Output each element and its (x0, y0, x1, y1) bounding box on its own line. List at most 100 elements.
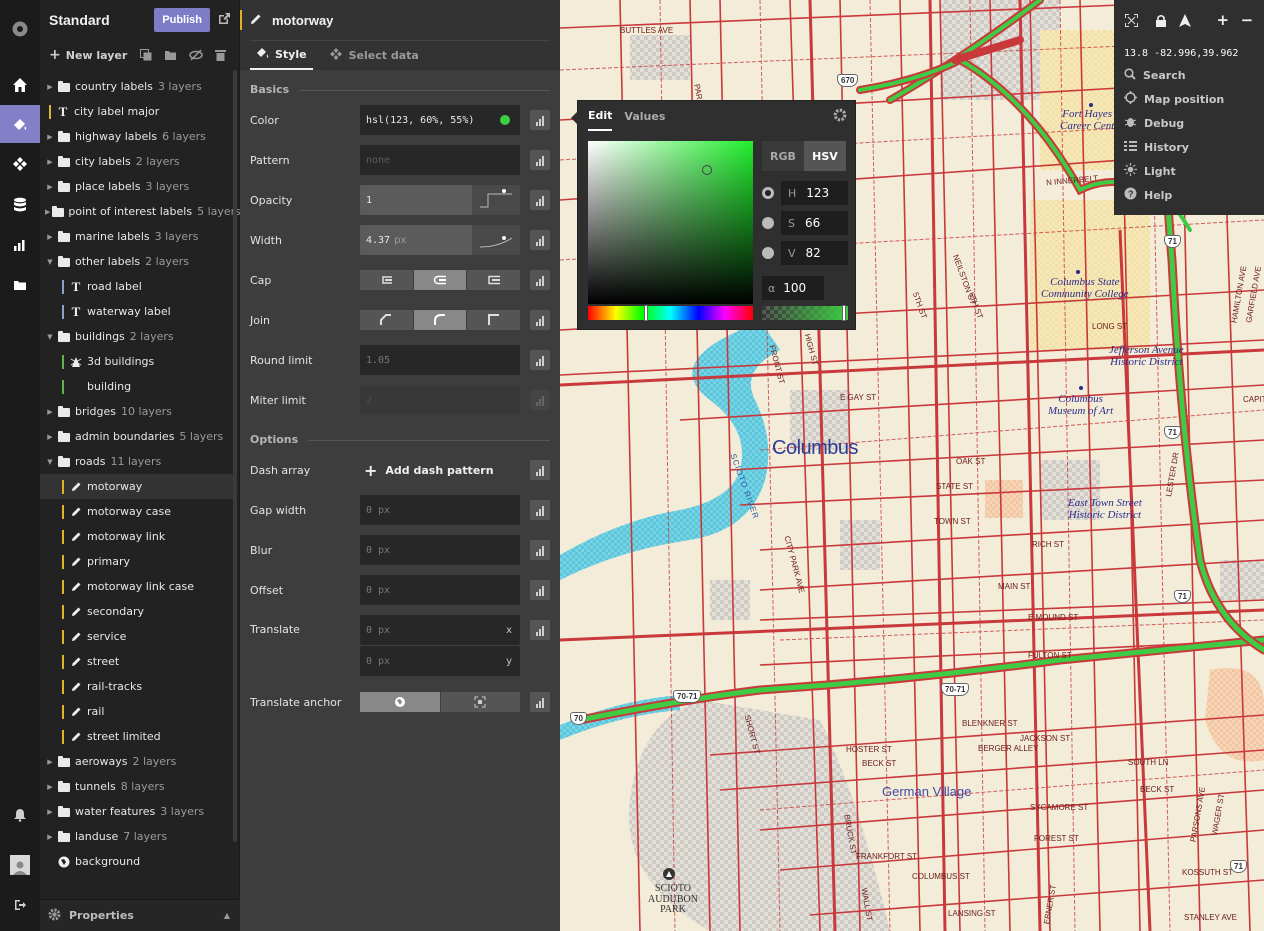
style-name[interactable]: Standard (49, 12, 154, 28)
join-round-option[interactable] (413, 310, 467, 330)
layer-item-city-label-major[interactable]: Tcity label major (40, 99, 234, 124)
layer-group-marine-labels[interactable]: ▶ marine labels 3 layers (40, 224, 234, 249)
saturation-value-area[interactable] (588, 141, 753, 304)
hue-slider[interactable] (588, 306, 753, 320)
map-control-debug[interactable]: Debug (1114, 111, 1264, 135)
tab-style[interactable]: Style (250, 41, 313, 70)
channel-s-radio[interactable] (762, 217, 774, 229)
notifications-icon[interactable] (0, 796, 40, 834)
layer-item-rail[interactable]: rail (40, 699, 234, 724)
exit-icon[interactable] (0, 886, 40, 924)
tab-edit[interactable]: Edit (588, 101, 613, 131)
cap-square-option[interactable] (467, 270, 521, 290)
caret-down-icon[interactable]: ▼ (45, 458, 55, 466)
layer-item-primary[interactable]: primary (40, 549, 234, 574)
new-layer-button[interactable]: + New layer (49, 47, 133, 63)
offset-function-button[interactable] (530, 580, 550, 600)
caret-right-icon[interactable]: ▶ (45, 783, 55, 791)
tab-values[interactable]: Values (624, 101, 665, 131)
layer-item-secondary[interactable]: secondary (40, 599, 234, 624)
layer-item-motorway[interactable]: motorway (40, 474, 234, 499)
data-icon[interactable] (0, 186, 40, 224)
width-input[interactable]: 4.37 px (360, 225, 520, 255)
join-function-button[interactable] (530, 310, 550, 330)
layer-item-motorway-case[interactable]: motorway case (40, 499, 234, 524)
zoom-in-icon[interactable]: + (1214, 10, 1232, 30)
translate-anchor-function-button[interactable] (530, 692, 550, 712)
anchor-map-option[interactable] (360, 692, 440, 712)
caret-right-icon[interactable]: ▶ (45, 208, 50, 216)
layer-group-bridges[interactable]: ▶ bridges 10 layers (40, 399, 234, 424)
pattern-input[interactable]: none (360, 145, 520, 175)
layer-name[interactable]: motorway (272, 13, 333, 28)
layer-group-water-features[interactable]: ▶ water features 3 layers (40, 799, 234, 824)
caret-right-icon[interactable]: ▶ (45, 158, 55, 166)
layer-group-country-labels[interactable]: ▶ country labels 3 layers (40, 74, 234, 99)
layer-item-3d-buildings[interactable]: 3d buildings (40, 349, 234, 374)
layer-item-waterway-label[interactable]: Twaterway label (40, 299, 234, 324)
add-dash-pattern-button[interactable]: + Add dash pattern (364, 461, 494, 480)
logo-icon[interactable] (0, 10, 40, 48)
layer-item-motorway-link-case[interactable]: motorway link case (40, 574, 234, 599)
width-curve-icon[interactable] (472, 225, 520, 255)
north-arrow-icon[interactable] (1176, 10, 1194, 30)
duplicate-icon[interactable] (133, 49, 158, 61)
zoom-out-icon[interactable]: − (1238, 10, 1256, 30)
account-icon[interactable] (0, 846, 40, 884)
map-control-search[interactable]: Search (1114, 63, 1264, 87)
layer-item-rail-tracks[interactable]: rail-tracks (40, 674, 234, 699)
opacity-curve-icon[interactable] (472, 185, 520, 215)
map-control-help[interactable]: ? Help (1114, 183, 1264, 207)
caret-right-icon[interactable]: ▶ (45, 83, 55, 91)
channel-v-radio[interactable] (762, 247, 774, 259)
alpha-input[interactable]: α 100 (762, 276, 824, 300)
map-control-history[interactable]: History (1114, 135, 1264, 159)
home-icon[interactable] (0, 66, 40, 104)
layer-group-aeroways[interactable]: ▶ aeroways 2 layers (40, 749, 234, 774)
external-link-icon[interactable] (218, 12, 231, 28)
layer-group-place-labels[interactable]: ▶ place labels 3 layers (40, 174, 234, 199)
cap-butt-option[interactable] (360, 270, 413, 290)
layer-list-scrollbar[interactable] (233, 70, 237, 842)
opacity-input[interactable]: 1 (360, 185, 520, 215)
caret-down-icon[interactable]: ▼ (45, 333, 55, 341)
layer-group-landuse[interactable]: ▶ landuse 7 layers (40, 824, 234, 849)
lock-icon[interactable] (1152, 10, 1170, 30)
opacity-function-button[interactable] (530, 190, 550, 210)
color-swatch[interactable] (500, 115, 510, 125)
round-limit-function-button[interactable] (530, 350, 550, 370)
layer-group-admin-boundaries[interactable]: ▶ admin boundaries 5 layers (40, 424, 234, 449)
map-control-map-position[interactable]: Map position (1114, 87, 1264, 111)
layer-group-other-labels[interactable]: ▼ other labels 2 layers (40, 249, 234, 274)
translate-function-button[interactable] (530, 620, 550, 640)
channel-s-input[interactable]: S 66 (781, 211, 848, 235)
layer-item-street-limited[interactable]: street limited (40, 724, 234, 749)
color-input[interactable]: hsl(123, 60%, 55%) (360, 105, 520, 135)
width-function-button[interactable] (530, 230, 550, 250)
layer-group-highway-labels[interactable]: ▶ highway labels 6 layers (40, 124, 234, 149)
caret-down-icon[interactable]: ▼ (45, 258, 55, 266)
layer-item-service[interactable]: service (40, 624, 234, 649)
round-limit-input[interactable]: 1.05 (360, 345, 520, 375)
caret-right-icon[interactable]: ▶ (45, 808, 55, 816)
blur-input[interactable]: 0 px (360, 535, 520, 565)
hue-slider-handle[interactable] (644, 305, 648, 321)
gap-width-function-button[interactable] (530, 500, 550, 520)
fullscreen-icon[interactable] (1122, 10, 1140, 30)
layer-item-building[interactable]: building (40, 374, 234, 399)
offset-input[interactable]: 0 px (360, 575, 520, 605)
caret-right-icon[interactable]: ▶ (45, 433, 55, 441)
join-miter-option[interactable] (467, 310, 521, 330)
group-folder-icon[interactable] (158, 49, 183, 61)
alpha-slider-handle[interactable] (842, 305, 846, 321)
layer-item-background[interactable]: background (40, 849, 234, 874)
caret-right-icon[interactable]: ▶ (45, 133, 55, 141)
blur-function-button[interactable] (530, 540, 550, 560)
gear-icon[interactable] (833, 108, 847, 125)
map-control-light[interactable]: Light (1114, 159, 1264, 183)
anchor-viewport-option[interactable] (440, 692, 520, 712)
layer-item-street[interactable]: street (40, 649, 234, 674)
alpha-slider[interactable] (762, 306, 848, 320)
color-function-button[interactable] (530, 110, 550, 130)
channel-h-input[interactable]: H 123 (781, 181, 848, 205)
